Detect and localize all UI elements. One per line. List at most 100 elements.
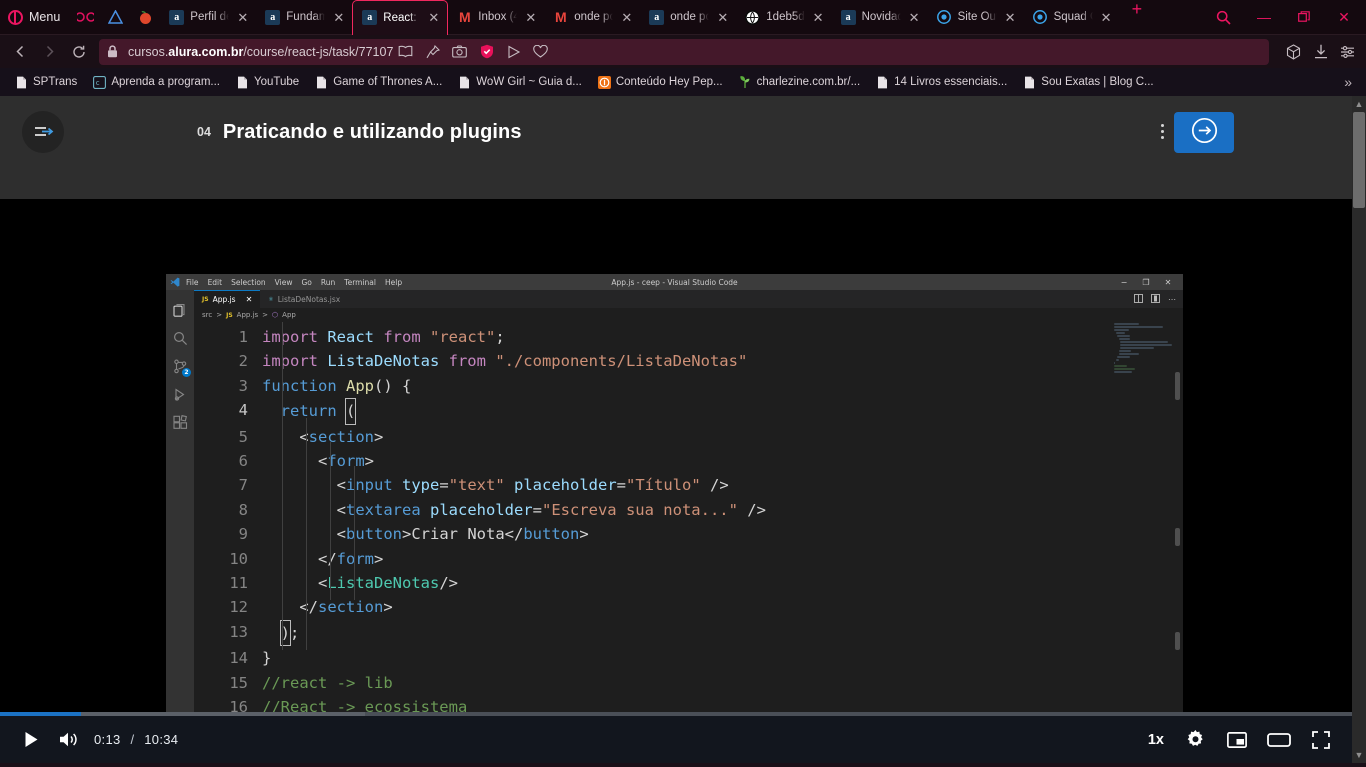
- vscode-close-button[interactable]: ✕: [1157, 278, 1179, 287]
- back-icon[interactable]: [6, 38, 35, 66]
- browser-tab-active[interactable]: a React: e ✕: [352, 0, 449, 35]
- easy-setup-icon[interactable]: [1335, 39, 1360, 65]
- menu-edit[interactable]: Edit: [208, 278, 223, 287]
- bookmark-item[interactable]: SPTrans: [8, 72, 84, 92]
- bookmark-item[interactable]: 14 Livros essenciais...: [869, 72, 1014, 92]
- menu-go[interactable]: Go: [301, 278, 311, 287]
- browser-tab[interactable]: M Inbox (4 ✕: [448, 0, 544, 35]
- breadcrumb-src[interactable]: src: [202, 311, 212, 319]
- search-icon[interactable]: [166, 324, 194, 352]
- menu-terminal[interactable]: Terminal: [344, 278, 376, 287]
- editor-scrollbar-thumb[interactable]: [1175, 632, 1180, 650]
- editor-tab-appjs[interactable]: JS App.js ✕: [194, 290, 261, 308]
- source-control-icon[interactable]: 2: [166, 352, 194, 380]
- split-editor-icon[interactable]: [1134, 293, 1143, 305]
- kebab-menu-icon[interactable]: [1161, 124, 1164, 139]
- tab-close-icon[interactable]: ✕: [619, 11, 634, 24]
- scrollbar-thumb[interactable]: [1353, 112, 1365, 208]
- tab-close-icon[interactable]: ✕: [811, 11, 826, 24]
- reader-icon[interactable]: [393, 39, 418, 65]
- browser-tab[interactable]: a onde po ✕: [640, 0, 736, 35]
- triangle-icon[interactable]: [100, 0, 130, 35]
- bookmark-item[interactable]: Sou Exatas | Blog C...: [1016, 72, 1160, 92]
- tab-close-icon[interactable]: ✕: [426, 11, 441, 24]
- browser-tab[interactable]: a Fundam ✕: [256, 0, 352, 35]
- scroll-down-icon[interactable]: ▼: [1352, 747, 1366, 763]
- browser-tab[interactable]: Squad G ✕: [1024, 0, 1120, 35]
- pin-icon[interactable]: [420, 39, 445, 65]
- browser-tab[interactable]: a Novidad ✕: [832, 0, 928, 35]
- fullscreen-icon[interactable]: [1302, 716, 1340, 763]
- vscode-code-editor[interactable]: 1 import React from "react"; 2 import Lista…: [194, 322, 1183, 716]
- menu-help[interactable]: Help: [385, 278, 402, 287]
- gear-icon[interactable]: [1176, 716, 1214, 763]
- browser-tab[interactable]: M onde po ✕: [544, 0, 640, 35]
- tab-close-icon[interactable]: ✕: [523, 11, 538, 24]
- download-icon[interactable]: [1308, 39, 1333, 65]
- play-icon[interactable]: [12, 716, 50, 763]
- menu-file[interactable]: File: [186, 278, 199, 287]
- editor-tab-close-icon[interactable]: ✕: [246, 295, 253, 304]
- send-icon[interactable]: [501, 39, 526, 65]
- new-tab-button[interactable]: +: [1120, 0, 1155, 35]
- editor-scrollbar-thumb[interactable]: [1175, 372, 1180, 400]
- editor-scrollbar-thumb[interactable]: [1175, 528, 1180, 546]
- snapshot-icon[interactable]: [447, 39, 472, 65]
- cube-icon[interactable]: [1281, 39, 1306, 65]
- explorer-icon[interactable]: [166, 296, 194, 324]
- bookmark-item[interactable]: Conteúdo Hey Pep...: [591, 72, 730, 92]
- extensions-icon[interactable]: [166, 408, 194, 436]
- tab-close-icon[interactable]: ✕: [235, 11, 250, 24]
- tab-close-icon[interactable]: ✕: [1003, 11, 1018, 24]
- close-button[interactable]: ✕: [1324, 0, 1364, 35]
- shield-icon[interactable]: [474, 39, 499, 65]
- page-scrollbar[interactable]: ▲ ▼: [1352, 96, 1366, 763]
- bookmark-label: WoW Girl ~ Guia d...: [476, 76, 582, 88]
- tab-close-icon[interactable]: ✕: [331, 11, 346, 24]
- vscode-restore-button[interactable]: ❐: [1135, 278, 1157, 287]
- video-stage[interactable]: File Edit Selection View Go Run Terminal…: [0, 199, 1352, 716]
- heart-icon[interactable]: [528, 39, 553, 65]
- breadcrumb-symbol[interactable]: App: [282, 311, 296, 319]
- vscode-menu-bar[interactable]: File Edit Selection View Go Run Terminal…: [186, 278, 402, 287]
- browser-tab[interactable]: a Perfil de ✕: [160, 0, 256, 35]
- editor-minimap[interactable]: [1111, 322, 1172, 716]
- layout-icon[interactable]: [1151, 293, 1160, 305]
- tab-search-icon[interactable]: [1202, 0, 1244, 35]
- picture-in-picture-icon[interactable]: [1218, 716, 1256, 763]
- browser-tab[interactable]: Site Out ✕: [928, 0, 1024, 35]
- menu-selection[interactable]: Selection: [231, 278, 266, 287]
- scroll-up-icon[interactable]: ▲: [1352, 96, 1366, 112]
- reload-icon[interactable]: [64, 38, 93, 66]
- menu-run[interactable]: Run: [321, 278, 335, 287]
- minimize-button[interactable]: —: [1244, 0, 1284, 35]
- next-lesson-button[interactable]: [1174, 112, 1234, 153]
- tomato-timer-icon[interactable]: [130, 0, 160, 35]
- opera-gx-icon[interactable]: [70, 0, 100, 35]
- bookmark-item[interactable]: Game of Thrones A...: [308, 72, 449, 92]
- bookmark-item[interactable]: YouTube: [229, 72, 306, 92]
- tab-close-icon[interactable]: ✕: [715, 11, 730, 24]
- vscode-minimize-button[interactable]: −: [1113, 278, 1135, 287]
- run-debug-icon[interactable]: [166, 380, 194, 408]
- playback-speed-button[interactable]: 1x: [1140, 732, 1172, 748]
- restore-button[interactable]: [1284, 0, 1324, 35]
- tab-close-icon[interactable]: ✕: [907, 11, 922, 24]
- collapse-sidebar-icon[interactable]: [22, 111, 64, 153]
- bookmarks-overflow-button[interactable]: »: [1338, 74, 1358, 90]
- forward-icon[interactable]: [35, 38, 64, 66]
- editor-tab-listadenotas[interactable]: ⚛ ListaDeNotas.jsx: [260, 290, 348, 308]
- breadcrumb-file[interactable]: App.js: [237, 311, 259, 319]
- vscode-body: 2 JS App.js ✕ ⚛ ListaDeNotas.jsx ⋯ src >…: [166, 290, 1183, 716]
- bookmark-item[interactable]: WoW Girl ~ Guia d...: [451, 72, 589, 92]
- more-actions-icon[interactable]: ⋯: [1168, 295, 1176, 304]
- volume-icon[interactable]: [50, 716, 88, 763]
- bookmark-item[interactable]: c Aprenda a program...: [86, 72, 227, 92]
- theater-mode-icon[interactable]: [1260, 716, 1298, 763]
- menu-view[interactable]: View: [275, 278, 293, 287]
- address-bar[interactable]: cursos.alura.com.br/course/react-js/task…: [99, 38, 1269, 65]
- opera-menu-button[interactable]: Menu: [0, 0, 70, 35]
- tab-close-icon[interactable]: ✕: [1099, 11, 1114, 24]
- bookmark-item[interactable]: charlezine.com.br/...: [732, 72, 868, 92]
- browser-tab[interactable]: 1deb5d ✕: [736, 0, 831, 35]
